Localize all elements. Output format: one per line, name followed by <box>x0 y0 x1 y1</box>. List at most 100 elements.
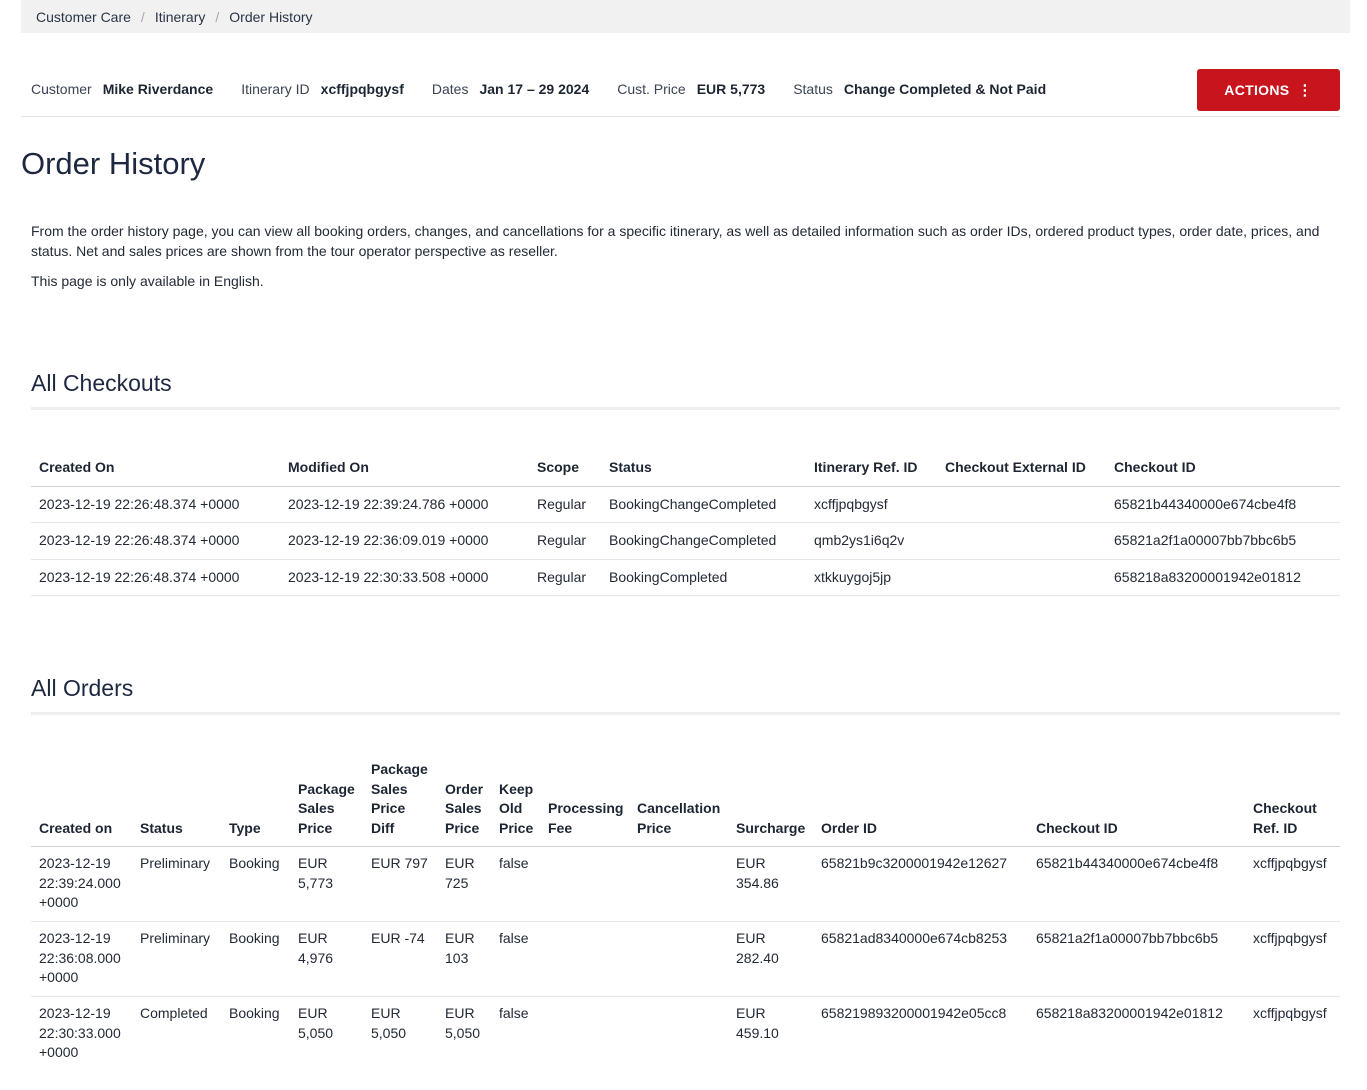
col-keep-old-price: Keep Old Price <box>491 760 540 847</box>
kebab-menu-icon: ⋮ <box>1297 81 1313 99</box>
status-cell: BookingChangeCompleted <box>601 486 806 523</box>
checkout-ref-id-cell: xcffjpqbgysf <box>1253 1005 1327 1021</box>
col-checkout-ref-id: Checkout Ref. ID <box>1245 760 1340 847</box>
col-status: Status <box>601 457 806 487</box>
itinerary-id-label: Itinerary ID <box>241 81 310 97</box>
checkout-id-cell: 658218a83200001942e01812 <box>1036 1005 1223 1021</box>
checkout-external-id-cell <box>937 486 1106 523</box>
breadcrumb-separator: / <box>215 8 220 25</box>
cancellation-price-cell <box>629 997 728 1072</box>
itinerary-summary-bar: Customer Mike Riverdance Itinerary ID xcff… <box>21 69 1340 117</box>
summary-status: Status Change Completed & Not Paid <box>793 81 1046 97</box>
orders-header-row: Created on Status Type Package Sales Pri… <box>31 760 1340 847</box>
breadcrumb-order-history: Order History <box>229 8 313 25</box>
col-created-on: Created On <box>31 457 280 487</box>
table-row: 2023-12-19 22:26:48.374 +0000 2023-12-19… <box>31 559 1340 596</box>
intro-language-note: This page is only available in English. <box>31 273 264 289</box>
col-created-on: Created on <box>31 760 132 847</box>
col-surcharge: Surcharge <box>728 760 813 847</box>
processing-fee-cell <box>540 921 629 997</box>
order-id-cell: 65821b9c3200001942e12627 <box>813 846 1028 922</box>
itinerary-ref-id-cell: qmb2ys1i6q2v <box>806 522 937 560</box>
col-status: Status <box>132 760 221 847</box>
keep-old-price-cell: false <box>491 846 540 922</box>
table-row: 2023-12-19 22:26:48.374 +0000 2023-12-19… <box>31 486 1340 523</box>
cust-price-value: EUR 5,773 <box>696 81 766 97</box>
breadcrumb: Customer Care / Itinerary / Order Histor… <box>21 0 1350 33</box>
table-row: 2023-12-19 22:36:08.000 +0000 Preliminar… <box>31 921 1340 997</box>
package-sales-price-cell: EUR 5,773 <box>290 846 363 922</box>
created-on-cell: 2023-12-19 22:30:33.000 +0000 <box>39 1005 121 1060</box>
customer-value: Mike Riverdance <box>102 81 214 97</box>
created-on-cell: 2023-12-19 22:26:48.374 +0000 <box>31 486 280 523</box>
created-on-cell: 2023-12-19 22:26:48.374 +0000 <box>31 522 280 560</box>
all-orders-heading: All Orders <box>31 675 1340 715</box>
intro-paragraph: From the order history page, you can vie… <box>31 223 1320 259</box>
order-id-cell: 658219893200001942e05cc8 <box>821 1005 1007 1021</box>
modified-on-cell: 2023-12-19 22:30:33.508 +0000 <box>280 559 529 596</box>
keep-old-price-cell: false <box>499 1005 529 1021</box>
package-sales-price-diff-cell: EUR 5,050 <box>371 1005 407 1041</box>
scope-cell: Regular <box>529 522 601 560</box>
col-checkout-id: Checkout ID <box>1106 457 1340 487</box>
checkout-external-id-cell <box>937 559 1106 596</box>
table-row: 2023-12-19 22:30:33.000 +0000 Completed … <box>31 997 1340 1072</box>
breadcrumb-customer-care[interactable]: Customer Care <box>36 9 131 25</box>
status-cell: Completed <box>140 1005 208 1021</box>
actions-button[interactable]: ACTIONS ⋮ <box>1197 69 1340 111</box>
page-title: Order History <box>21 146 206 181</box>
checkout-external-id-cell <box>937 522 1106 560</box>
dates-value: Jan 17 – 29 2024 <box>479 81 590 97</box>
itinerary-ref-id-cell: xcffjpqbgysf <box>806 486 937 523</box>
status-cell: BookingCompleted <box>601 559 806 596</box>
package-sales-price-diff-cell: EUR -74 <box>363 921 437 997</box>
customer-label: Customer <box>31 81 92 97</box>
dates-label: Dates <box>431 81 469 97</box>
col-order-sales-price: Order Sales Price <box>437 760 491 847</box>
surcharge-cell: EUR 354.86 <box>728 846 813 922</box>
col-checkout-id: Checkout ID <box>1028 760 1245 847</box>
table-row: 2023-12-19 22:39:24.000 +0000 Preliminar… <box>31 846 1340 922</box>
package-sales-price-cell: EUR 4,976 <box>290 921 363 997</box>
order-sales-price-cell: EUR 103 <box>437 921 491 997</box>
package-sales-price-diff-cell: EUR 797 <box>363 846 437 922</box>
checkout-id-cell: 65821b44340000e674cbe4f8 <box>1028 846 1245 922</box>
type-cell: Booking <box>221 921 290 997</box>
modified-on-cell: 2023-12-19 22:36:09.019 +0000 <box>280 522 529 560</box>
status-cell: Preliminary <box>132 846 221 922</box>
surcharge-cell: EUR 459.10 <box>736 1005 779 1041</box>
checkout-id-cell: 658218a83200001942e01812 <box>1106 559 1340 596</box>
type-cell: Booking <box>229 1005 280 1021</box>
cancellation-price-cell <box>629 921 728 997</box>
status-cell: BookingChangeCompleted <box>601 522 806 560</box>
orders-table: Created on Status Type Package Sales Pri… <box>31 760 1340 1072</box>
created-on-cell: 2023-12-19 22:36:08.000 +0000 <box>31 921 132 997</box>
col-package-sales-price: Package Sales Price <box>290 760 363 847</box>
col-package-sales-price-diff: Package Sales Price Diff <box>363 760 437 847</box>
processing-fee-cell <box>540 997 629 1072</box>
summary-dates: Dates Jan 17 – 29 2024 <box>432 81 589 97</box>
itinerary-id-value: xcffjpqbgysf <box>320 81 404 97</box>
summary-cust-price: Cust. Price EUR 5,773 <box>617 81 765 97</box>
col-checkout-external-id: Checkout External ID <box>937 457 1106 487</box>
col-itinerary-ref-id: Itinerary Ref. ID <box>806 457 937 487</box>
keep-old-price-cell: false <box>491 921 540 997</box>
col-processing-fee: Processing Fee <box>540 760 629 847</box>
scope-cell: Regular <box>529 486 601 523</box>
created-on-cell: 2023-12-19 22:26:48.374 +0000 <box>31 559 280 596</box>
scope-cell: Regular <box>529 559 601 596</box>
breadcrumb-itinerary[interactable]: Itinerary <box>155 9 206 25</box>
itinerary-ref-id-cell: xtkkuygoj5jp <box>806 559 937 596</box>
checkout-id-cell: 65821a2f1a00007bb7bbc6b5 <box>1028 921 1245 997</box>
status-cell: Preliminary <box>132 921 221 997</box>
checkout-ref-id-cell: xcffjpqbgysf <box>1245 921 1340 997</box>
col-type: Type <box>221 760 290 847</box>
type-cell: Booking <box>221 846 290 922</box>
col-order-id: Order ID <box>813 760 1028 847</box>
processing-fee-cell <box>540 846 629 922</box>
checkouts-table: Created On Modified On Scope Status Itin… <box>31 457 1340 596</box>
col-cancellation-price: Cancellation Price <box>629 760 728 847</box>
summary-fields: Customer Mike Riverdance Itinerary ID xcff… <box>31 69 1074 109</box>
page-intro: From the order history page, you can vie… <box>31 222 1346 303</box>
cancellation-price-cell <box>629 846 728 922</box>
